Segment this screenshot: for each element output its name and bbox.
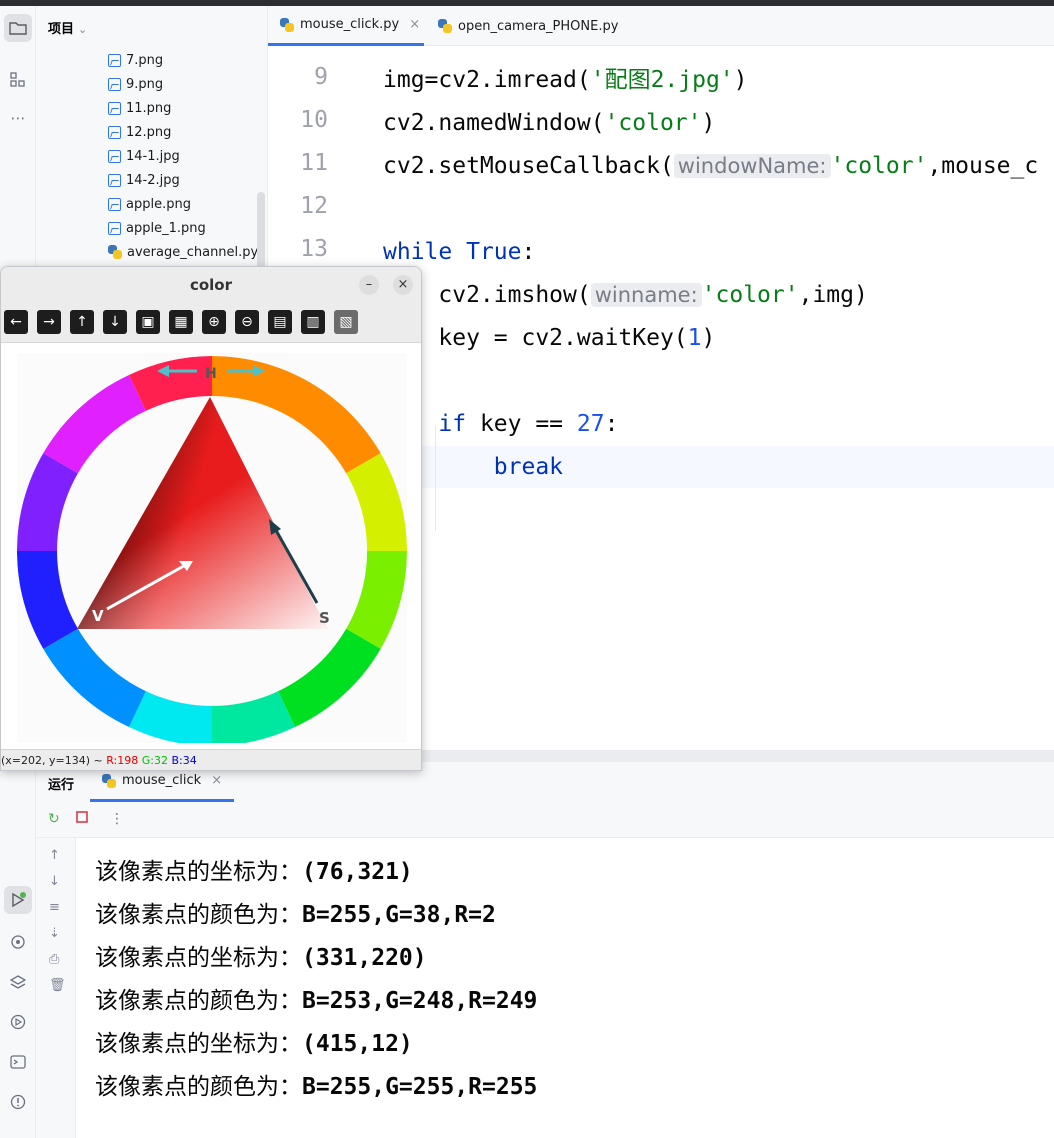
tab-open-camera[interactable]: open_camera_PHONE.py: [426, 6, 618, 46]
hsv-color-wheel-image[interactable]: H V S: [16, 353, 407, 746]
pan-left-icon[interactable]: ←: [4, 310, 28, 334]
hue-label: H: [205, 366, 217, 382]
soft-wrap-icon[interactable]: ≡: [49, 900, 60, 915]
editor-tabs: mouse_click.py × open_camera_PHONE.py: [268, 6, 1054, 46]
folder-icon[interactable]: [4, 14, 32, 42]
zoom-fit-icon[interactable]: ▣: [136, 310, 160, 334]
print-icon[interactable]: ⎙: [49, 952, 59, 967]
code-line-9: img=cv2.imread('配图2.jpg'): [383, 67, 748, 93]
console-line: 该像素点的坐标为：(415,12): [95, 1031, 413, 1057]
properties-icon[interactable]: ▧: [334, 310, 358, 334]
python-file-icon: [438, 19, 452, 33]
structure-icon[interactable]: [4, 66, 32, 94]
layers-icon[interactable]: [4, 968, 32, 996]
zoom-original-icon[interactable]: ▦: [169, 310, 193, 334]
window-title[interactable]: color: [1, 267, 421, 303]
file-item[interactable]: average_channel.py: [108, 241, 258, 263]
console-line: 该像素点的颜色为：B=253,G=248,R=249: [95, 988, 538, 1014]
line-number: 10: [300, 107, 328, 133]
more-options-icon[interactable]: ⋮: [110, 811, 124, 827]
close-icon[interactable]: ×: [211, 773, 222, 788]
run-side-toolbar: ↑ ↓ ≡ ⇣ ⎙ 🗑: [36, 838, 76, 1138]
zoom-in-icon[interactable]: ⊕: [202, 310, 226, 334]
code-line-10: cv2.namedWindow('color'): [383, 110, 716, 136]
run-tool-icon[interactable]: [4, 886, 32, 914]
code-line-15: key = cv2.waitKey(1): [383, 325, 716, 351]
opencv-color-window[interactable]: color – × ← → ↑ ↓ ▣ ▦ ⊕ ⊖ ▤ ▥ ▧ H V S (x…: [0, 266, 422, 771]
arrow-up-icon[interactable]: ↑: [49, 848, 60, 863]
project-header[interactable]: 项目 ⌄: [48, 18, 87, 37]
file-item[interactable]: 12.png: [108, 121, 171, 143]
file-item[interactable]: apple_1.png: [108, 217, 206, 239]
value-label: V: [92, 607, 104, 625]
image-file-icon: [108, 173, 121, 187]
code-line-14: cv2.imshow(winname:'color',img): [383, 282, 868, 308]
file-item[interactable]: 14-2.jpg: [108, 169, 180, 191]
file-item[interactable]: 14-1.jpg: [108, 145, 180, 167]
close-button[interactable]: ×: [393, 275, 413, 295]
image-file-icon: [108, 125, 121, 139]
pixel-status-bar: (x=202, y=134) ~ R:198 G:32 B:34: [1, 749, 421, 770]
stop-icon[interactable]: [76, 811, 88, 827]
run-toolbar: ↻ ⋮: [36, 802, 1054, 838]
tab-mouse-click[interactable]: mouse_click.py ×: [268, 6, 424, 46]
python-file-icon: [108, 245, 122, 259]
console-line: 该像素点的坐标为：(76,321): [95, 859, 413, 885]
param-hint: winname:: [590, 283, 702, 307]
python-console-icon[interactable]: [4, 928, 32, 956]
file-item[interactable]: 11.png: [108, 97, 171, 119]
console-line: 该像素点的颜色为：B=255,G=38,R=2: [95, 902, 496, 928]
pan-right-icon[interactable]: →: [37, 310, 61, 334]
problems-icon[interactable]: [4, 1088, 32, 1116]
image-file-icon: [108, 53, 121, 67]
run-panel: 运行 mouse_click × ↻ ⋮ ↑ ↓ ≡ ⇣ ⎙ 🗑 该像素点的坐标…: [36, 762, 1054, 1138]
services-icon[interactable]: [4, 1008, 32, 1036]
file-item[interactable]: 7.png: [108, 49, 163, 71]
line-number: 9: [314, 64, 328, 90]
scroll-to-end-icon[interactable]: ⇣: [49, 926, 60, 941]
trash-icon[interactable]: 🗑: [49, 978, 66, 993]
image-file-icon: [108, 149, 121, 163]
python-file-icon: [280, 17, 294, 32]
code-line-11: cv2.setMouseCallback(windowName:'color',…: [383, 153, 1039, 179]
console-line: 该像素点的坐标为：(331,220): [95, 945, 427, 971]
python-file-icon: [102, 773, 116, 788]
terminal-icon[interactable]: [4, 1048, 32, 1076]
project-scrollbar[interactable]: [257, 192, 265, 272]
image-file-icon: [108, 101, 121, 115]
line-number: 13: [300, 236, 328, 262]
image-file-icon: [108, 197, 121, 211]
more-icon[interactable]: ⋯: [4, 104, 32, 132]
chevron-down-icon[interactable]: ⌄: [78, 23, 87, 36]
image-file-icon: [108, 77, 121, 91]
minimize-button[interactable]: –: [359, 275, 379, 295]
file-item[interactable]: 9.png: [108, 73, 163, 95]
pan-down-icon[interactable]: ↓: [103, 310, 127, 334]
rerun-icon[interactable]: ↻: [48, 811, 60, 827]
save-icon[interactable]: ▤: [268, 310, 292, 334]
arrow-down-icon[interactable]: ↓: [49, 874, 60, 889]
saturation-label: S: [319, 609, 330, 627]
image-toolbar: ← → ↑ ↓ ▣ ▦ ⊕ ⊖ ▤ ▥ ▧: [1, 303, 421, 343]
line-number: 12: [300, 193, 328, 219]
param-hint: windowName:: [673, 154, 831, 178]
image-file-icon: [108, 221, 121, 235]
copy-icon[interactable]: ▥: [301, 310, 325, 334]
close-icon[interactable]: ×: [409, 17, 420, 32]
zoom-out-icon[interactable]: ⊖: [235, 310, 259, 334]
console-line: 该像素点的颜色为：B=255,G=255,R=255: [95, 1074, 538, 1100]
code-line-13: while True:: [383, 239, 536, 265]
pan-up-icon[interactable]: ↑: [70, 310, 94, 334]
file-item[interactable]: apple.png: [108, 193, 191, 215]
run-title: 运行: [48, 778, 75, 793]
line-number: 11: [300, 150, 328, 176]
